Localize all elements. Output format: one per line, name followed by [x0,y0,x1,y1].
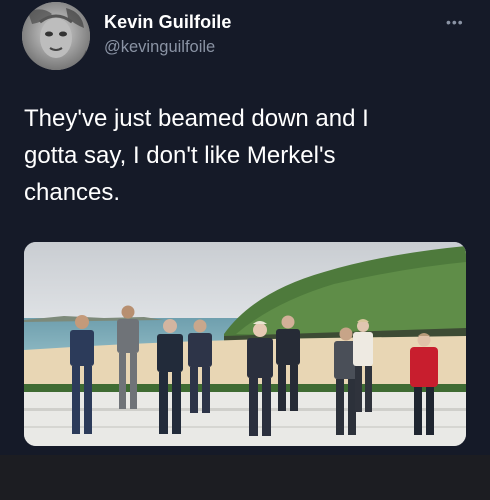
avatar[interactable] [22,2,90,70]
display-name[interactable]: Kevin Guilfoile [104,12,232,33]
tweet-text: They've just beamed down and I gotta say… [24,100,444,211]
tweet-text-line: chances. [24,179,121,206]
tweet-photo[interactable] [24,242,466,446]
avatar-photo [22,2,90,70]
more-horizontal-icon[interactable]: ••• [446,14,464,30]
user-handle[interactable]: @kevinguilfoile [104,38,215,57]
tweet-text-line: gotta say, I don't like Merkel's [24,142,336,169]
g7-group-photo [24,242,466,446]
tweet-text-line: They've just beamed down and I [24,105,369,132]
tweet-card: Kevin Guilfoile @kevinguilfoile ••• They… [0,0,490,455]
footer-bar [0,455,490,500]
